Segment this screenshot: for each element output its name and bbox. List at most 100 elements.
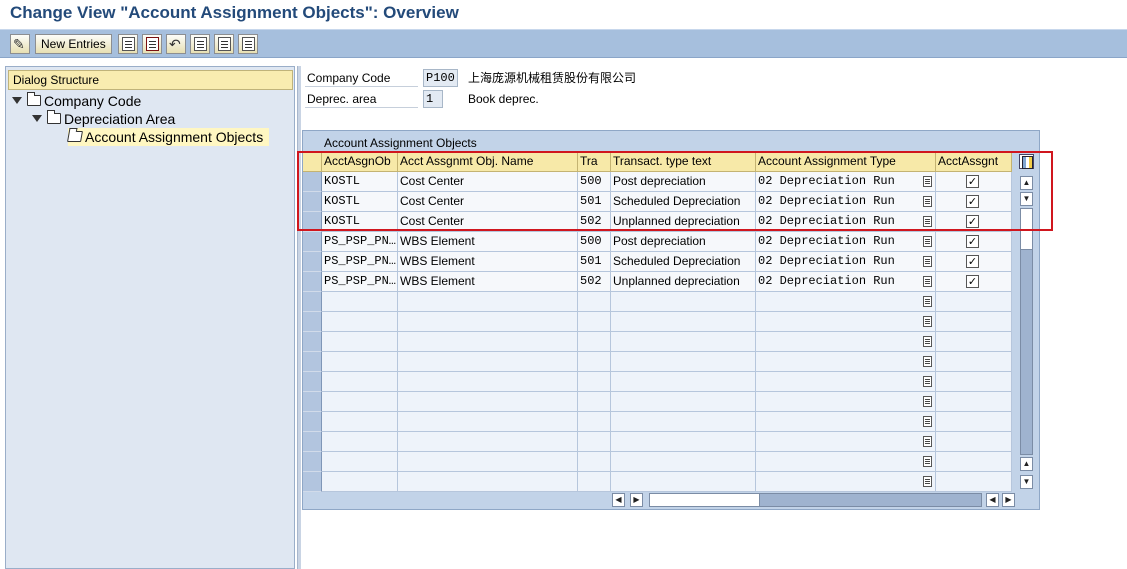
table-row[interactable]: KOSTL Cost Center 500 Post depreciation 02 D…	[303, 172, 1012, 192]
deselect-all-button[interactable]	[238, 34, 258, 54]
column-header-acct-asgn-obj[interactable]: AcctAsgnOb	[322, 152, 398, 172]
tree-item-company-code[interactable]: Company Code	[12, 91, 141, 110]
table-row[interactable]: KOSTL Cost Center 502 Unplanned depreciatio…	[303, 212, 1012, 232]
value-help-icon[interactable]	[923, 176, 932, 187]
cell-tra-text: 500	[580, 234, 602, 248]
application-toolbar: ✎ New Entries ↶	[0, 29, 1127, 58]
row-selector[interactable]	[303, 272, 322, 292]
value-help-icon[interactable]	[923, 436, 932, 447]
cell-acct-asgn-obj-text: PS_PSP_PN…	[324, 234, 397, 248]
row-selector[interactable]	[303, 452, 322, 472]
column-header-tra[interactable]: Tra	[578, 152, 611, 172]
value-help-icon[interactable]	[923, 456, 932, 467]
table-row[interactable]	[303, 432, 1012, 452]
value-help-icon[interactable]	[923, 316, 932, 327]
acct-assgnt-checkbox[interactable]: ✓	[966, 175, 979, 188]
select-block-button[interactable]	[214, 34, 234, 54]
scroll-right-end-icon[interactable]: ▶	[1002, 493, 1015, 507]
row-selector[interactable]	[303, 472, 322, 492]
table-row[interactable]	[303, 472, 1012, 492]
table-row[interactable]	[303, 312, 1012, 332]
row-selector[interactable]	[303, 232, 322, 252]
value-help-icon[interactable]	[923, 396, 932, 407]
display-change-button[interactable]: ✎	[10, 34, 30, 54]
page-up-icon[interactable]: ▲	[1020, 457, 1033, 471]
table-row[interactable]	[303, 292, 1012, 312]
cell-acct-assgnt	[936, 352, 1012, 372]
new-entries-button[interactable]: New Entries	[35, 34, 112, 54]
table-row[interactable]: KOSTL Cost Center 501 Scheduled Depreciatio…	[303, 192, 1012, 212]
value-help-icon[interactable]	[923, 416, 932, 427]
table-row[interactable]: PS_PSP_PN… WBS Element 502 Unplanned deprec…	[303, 272, 1012, 292]
value-help-icon[interactable]	[923, 296, 932, 307]
cell-acct-asgn-obj	[322, 292, 398, 312]
row-selector[interactable]	[303, 432, 322, 452]
value-help-icon[interactable]	[923, 236, 932, 247]
table-row[interactable]	[303, 392, 1012, 412]
select-all-rows-cell[interactable]	[303, 152, 322, 172]
page-down-icon[interactable]: ▼	[1020, 475, 1033, 489]
table-row[interactable]	[303, 352, 1012, 372]
value-help-icon[interactable]	[923, 356, 932, 367]
scroll-up-icon[interactable]: ▲	[1020, 176, 1033, 190]
expand-icon[interactable]	[12, 96, 22, 104]
vertical-scrollbar[interactable]: ▲ ▼ ▲ ▼	[1018, 152, 1034, 491]
undo-change-button[interactable]: ↶	[166, 34, 186, 54]
scroll-track[interactable]	[1020, 208, 1033, 455]
value-help-icon[interactable]	[923, 216, 932, 227]
value-help-icon[interactable]	[923, 336, 932, 347]
row-selector[interactable]	[303, 212, 322, 232]
table-row[interactable]: PS_PSP_PN… WBS Element 501 Scheduled Deprec…	[303, 252, 1012, 272]
table-settings-icon[interactable]	[1019, 154, 1034, 169]
value-help-icon[interactable]	[923, 376, 932, 387]
row-selector[interactable]	[303, 192, 322, 212]
value-help-icon[interactable]	[923, 256, 932, 267]
select-all-button[interactable]	[190, 34, 210, 54]
column-header-transact-type-text[interactable]: Transact. type text	[611, 152, 756, 172]
row-selector[interactable]	[303, 412, 322, 432]
tree-item-account-assignment-objects[interactable]: Account Assignment Objects	[67, 128, 270, 146]
scroll-down-icon[interactable]: ▼	[1020, 192, 1033, 206]
acct-assgnt-checkbox[interactable]: ✓	[966, 255, 979, 268]
column-header-account-assignment-type[interactable]: Account Assignment Type	[756, 152, 936, 172]
horizontal-scroll-thumb[interactable]	[650, 494, 760, 506]
copy-as-button[interactable]	[118, 34, 138, 54]
table-row[interactable]: PS_PSP_PN… WBS Element 500 Post depreciatio…	[303, 232, 1012, 252]
cell-acct-asgn-obj-text: KOSTL	[324, 214, 361, 228]
row-selector[interactable]	[303, 372, 322, 392]
delete-button[interactable]	[142, 34, 162, 54]
scroll-left-end-icon[interactable]: ◀	[986, 493, 999, 507]
tree-item-depreciation-area[interactable]: Depreciation Area	[32, 109, 175, 128]
acct-assgnt-checkbox[interactable]: ✓	[966, 235, 979, 248]
value-help-icon[interactable]	[923, 276, 932, 287]
cell-obj-name	[398, 332, 578, 352]
acct-assgnt-checkbox[interactable]: ✓	[966, 215, 979, 228]
row-selector[interactable]	[303, 352, 322, 372]
cell-account-assignment-type: 02 Depreciation Run	[756, 212, 936, 232]
column-header-obj-name[interactable]: Acct Assgnmt Obj. Name	[398, 152, 578, 172]
scroll-left-icon[interactable]: ◀	[612, 493, 625, 507]
scroll-right-icon[interactable]: ▶	[630, 493, 643, 507]
table-row[interactable]	[303, 452, 1012, 472]
table-row[interactable]	[303, 372, 1012, 392]
horizontal-scrollbar[interactable]: ◀ ▶ ◀ ▶	[303, 493, 1038, 507]
expand-icon[interactable]	[32, 114, 42, 122]
acct-assgnt-checkbox[interactable]: ✓	[966, 195, 979, 208]
scroll-thumb[interactable]	[1021, 209, 1032, 250]
row-selector[interactable]	[303, 172, 322, 192]
row-selector[interactable]	[303, 252, 322, 272]
row-selector[interactable]	[303, 332, 322, 352]
cell-obj-name: WBS Element	[398, 272, 578, 292]
column-header-acct-assgnt[interactable]: AcctAssgnt	[936, 152, 1012, 172]
acct-assgnt-checkbox[interactable]: ✓	[966, 275, 979, 288]
row-selector[interactable]	[303, 292, 322, 312]
panel-splitter[interactable]	[297, 66, 301, 569]
row-selector[interactable]	[303, 312, 322, 332]
cell-acct-asgn-obj	[322, 412, 398, 432]
value-help-icon[interactable]	[923, 476, 932, 487]
table-row[interactable]	[303, 412, 1012, 432]
horizontal-scroll-track[interactable]	[649, 493, 982, 507]
row-selector[interactable]	[303, 392, 322, 412]
table-row[interactable]	[303, 332, 1012, 352]
value-help-icon[interactable]	[923, 196, 932, 207]
